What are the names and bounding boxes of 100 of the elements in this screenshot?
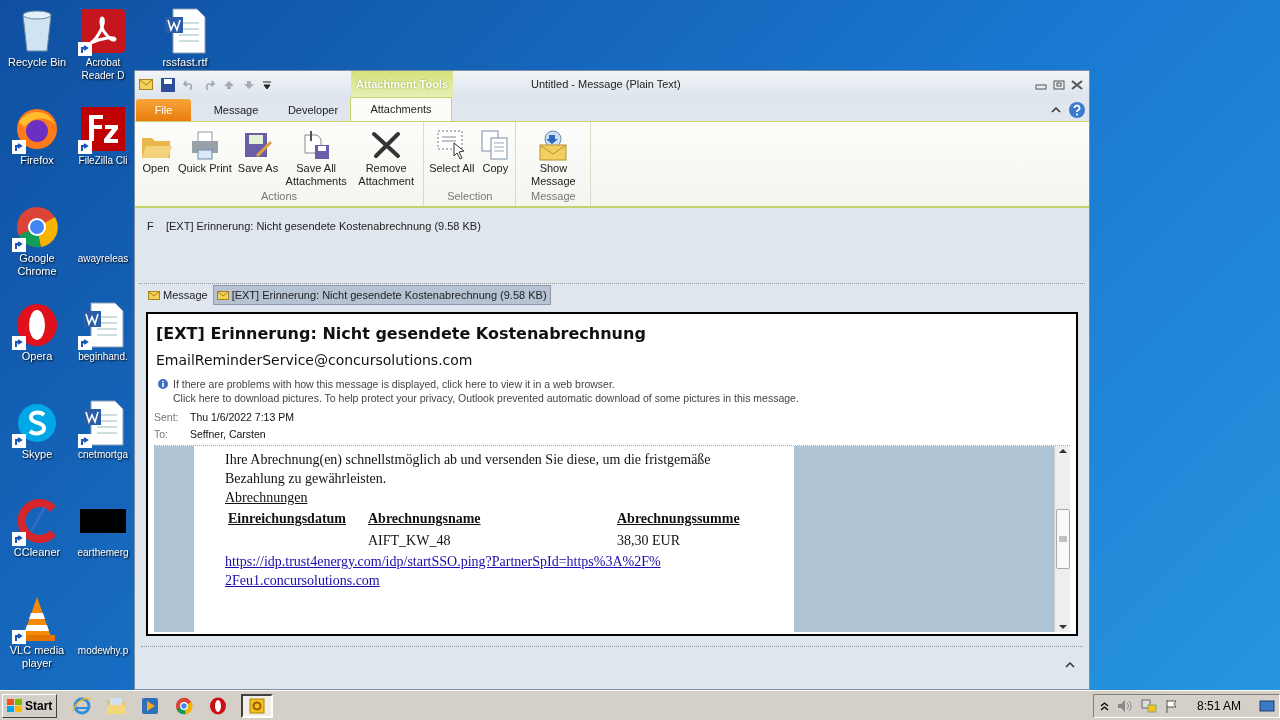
desktop-icon-label[interactable]: Google Chrome <box>0 252 74 278</box>
flag-icon[interactable] <box>1164 698 1179 713</box>
desktop-icon-label[interactable]: Opera <box>21 350 53 363</box>
ribbon-group-label: Actions <box>260 189 299 204</box>
clock[interactable]: 8:51 AM <box>1196 696 1241 715</box>
info-bar-text[interactable]: Click here to download pictures. To help protect your privacy, Outlook prevented automatic download of some pictures in this message. <box>173 391 799 405</box>
show-hidden-icons-icon[interactable] <box>1099 700 1109 711</box>
info-bar-text[interactable]: If there are problems with how this message is displayed, click here to view it in a web browser. <box>173 377 799 391</box>
url-link[interactable]: https://idp.trust4energy.com/idp/startSSO.ping?PartnerSpId=https%3A%2F%2Feu1.concursolutions.com <box>225 552 665 590</box>
document-icon <box>163 7 207 55</box>
desktop-icon-label[interactable]: Acrobat Reader D <box>73 56 133 82</box>
ribbon-button[interactable]: Save All Attachments <box>281 128 352 188</box>
envelope-icon <box>139 79 153 90</box>
start-button[interactable]: Start <box>2 693 58 718</box>
desktop-icon-label[interactable]: Skype <box>21 448 53 461</box>
field-label: To: <box>154 427 169 442</box>
desktop-icon-label[interactable]: earthemerg <box>77 546 129 559</box>
field-value: Thu 1/6/2022 7:13 PM <box>190 410 294 425</box>
outlook-icon <box>249 697 266 714</box>
opera-icon <box>209 696 228 715</box>
maximize-icon[interactable] <box>1053 79 1065 90</box>
ribbon-tab[interactable]: Message <box>200 99 272 121</box>
envelope-arrow-icon <box>537 129 570 161</box>
skype-icon <box>15 401 59 445</box>
ribbon-tab[interactable]: Developer <box>277 99 349 121</box>
table-cell-text: AIFT_KW_48 <box>367 532 452 550</box>
scroll-up-icon[interactable] <box>1057 446 1068 456</box>
desktop-icon-label[interactable]: VLC media player <box>0 644 74 670</box>
collapse-ribbon-icon[interactable] <box>1051 106 1061 114</box>
desktop-icon-label[interactable]: awayreleas <box>77 252 129 265</box>
ie-icon <box>72 695 93 716</box>
ribbon-tab[interactable]: Attachments <box>350 97 452 121</box>
desktop-icon-label[interactable]: rssfast.rtf <box>162 56 208 69</box>
chrome-icon <box>15 205 59 249</box>
scroll-thumb[interactable] <box>1055 509 1070 569</box>
firefox-icon <box>15 107 59 151</box>
scroll-down-icon[interactable] <box>1057 622 1068 632</box>
field-value: Seffner, Carsten <box>190 427 266 442</box>
close-icon[interactable] <box>1071 79 1083 90</box>
ribbon-group-label: Message <box>530 189 577 204</box>
document-icon <box>81 301 125 349</box>
window-title: Untitled - Message (Plain Text) <box>531 77 681 93</box>
ribbon-button[interactable]: Show Message <box>518 128 589 188</box>
desktop-icon-label[interactable]: Firefox <box>20 154 54 167</box>
info-icon <box>158 379 168 389</box>
file-thumbnail <box>80 509 126 533</box>
copy-icon <box>480 129 511 161</box>
column-header: Einreichungsdatum <box>227 510 347 528</box>
pdf-app-icon <box>81 9 125 53</box>
message-tab[interactable]: Message <box>145 285 211 305</box>
field-label: Sent: <box>154 410 180 425</box>
body-paragraph: Ihre Abrechnung(en) schnellstmöglich ab und versenden Sie diese, um die fristgemäße Bezahlung zu gewährleisten. <box>225 451 712 488</box>
taskbar-button[interactable] <box>241 693 274 718</box>
save-icon[interactable] <box>161 77 175 92</box>
ribbon-button[interactable]: Select All <box>426 128 478 188</box>
windows-logo-icon <box>7 698 23 713</box>
desktop-icon-label[interactable]: FileZilla Cli <box>78 154 128 167</box>
message-tab[interactable]: [EXT] Erinnerung: Nicht gesendete Kostenabrechnung (9.58 KB) <box>212 285 551 305</box>
redo-icon[interactable] <box>203 78 215 91</box>
ribbon-button[interactable]: Save As <box>234 128 282 188</box>
undo-icon[interactable] <box>183 78 195 91</box>
column-header: Abrechnungsname <box>367 510 482 528</box>
ribbon-button[interactable]: Remove Attachment <box>351 128 422 188</box>
filezilla-icon <box>81 107 125 151</box>
sender-address: EmailReminderService@concursolutions.com <box>155 351 474 370</box>
table-cell-text: 38,30 EUR <box>616 532 681 550</box>
speaker-icon[interactable] <box>1116 698 1133 713</box>
ccleaner-icon <box>15 499 59 543</box>
abrechnungen-link[interactable]: Abrechnungen <box>225 488 308 507</box>
folder-icon <box>106 696 127 715</box>
help-icon[interactable] <box>1069 102 1085 118</box>
chrome-icon <box>175 696 194 715</box>
contextual-tab-header: Attachment Tools <box>351 71 453 98</box>
ribbon-button[interactable]: Copy <box>477 128 514 188</box>
x-mark-icon <box>370 130 403 160</box>
ribbon-button[interactable]: Quick Print <box>175 128 235 188</box>
media-player-icon <box>141 696 160 715</box>
expand-icon[interactable] <box>1065 661 1075 669</box>
recycle-bin-icon <box>19 9 55 53</box>
document-icon <box>81 399 125 447</box>
desktop-icon-label[interactable]: beginhand. <box>78 350 128 363</box>
desktop-icon-label[interactable]: modewhy.p <box>77 644 129 657</box>
customize-dropdown-icon[interactable] <box>263 79 271 90</box>
envelope-icon <box>148 290 160 300</box>
paperclip-floppy-icon <box>301 129 332 161</box>
desktop-icon-label[interactable]: CCleaner <box>13 546 61 559</box>
desktop-icon-label[interactable]: cnetmortga <box>78 448 128 461</box>
message-subject: [EXT] Erinnerung: Nicht gesendete Kostenabrechnung <box>155 323 647 345</box>
network-icon[interactable] <box>1140 698 1157 713</box>
opera-icon <box>15 303 59 347</box>
desktop-icon-label[interactable]: Recycle Bin <box>7 56 67 69</box>
envelope-icon <box>216 290 229 300</box>
grip-icon <box>1058 536 1067 542</box>
show-desktop-icon[interactable] <box>1259 698 1275 713</box>
ribbon-button[interactable]: Open <box>137 128 175 188</box>
scrollbar[interactable] <box>1054 446 1070 632</box>
down-arrow-icon[interactable] <box>243 79 255 90</box>
up-arrow-icon[interactable] <box>223 79 235 90</box>
floppy-pencil-icon <box>242 130 273 160</box>
column-header: Abrechnungssumme <box>616 510 741 528</box>
